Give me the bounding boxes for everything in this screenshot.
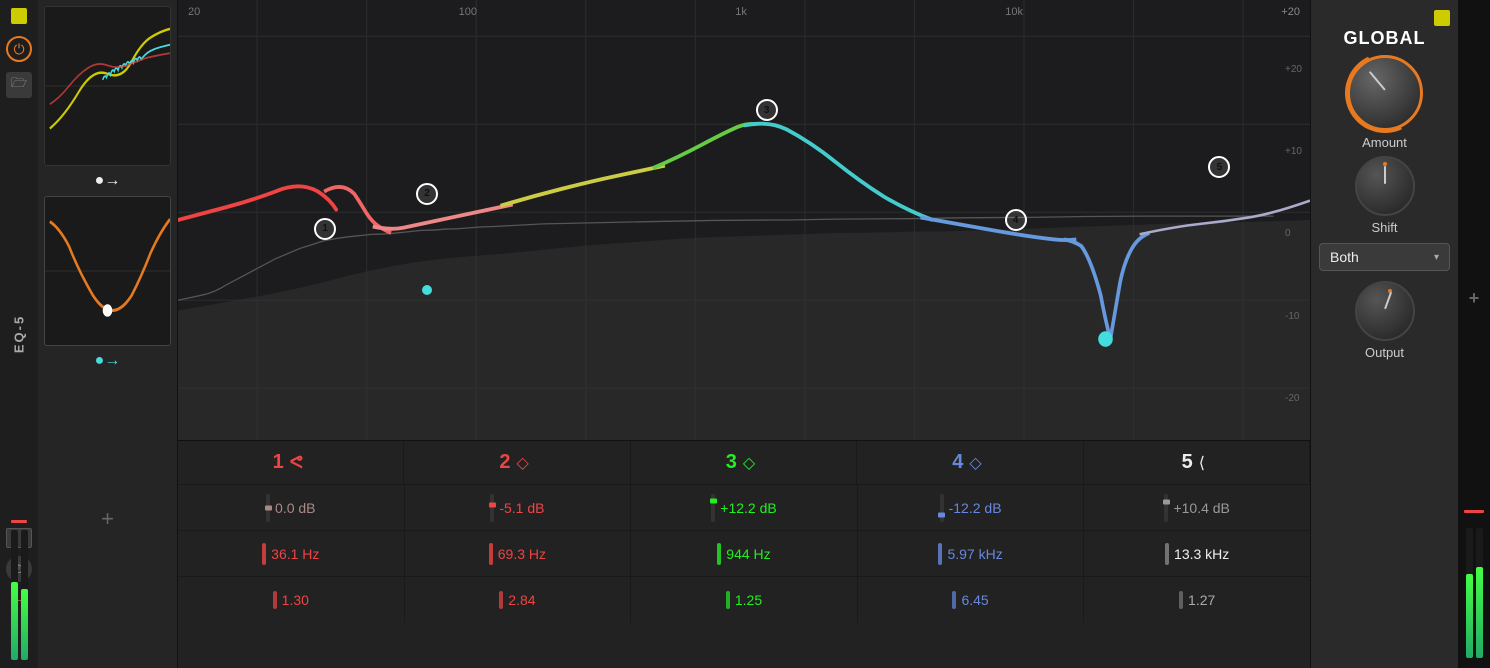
right-sidebar: +: [1458, 0, 1490, 668]
band4-db-cell[interactable]: -12.2 dB: [858, 485, 1085, 530]
band5-hz-cell[interactable]: 13.3 kHz: [1084, 531, 1310, 576]
band-node-2-handle[interactable]: [422, 285, 432, 295]
band1-db-cell[interactable]: 0.0 dB: [178, 485, 405, 530]
band1-q-cell[interactable]: 1.30: [178, 577, 405, 623]
waveform1-arrow[interactable]: ●→: [44, 170, 171, 192]
band5-hz-value: 13.3 kHz: [1174, 546, 1229, 562]
band2-hz-value: 69.3 Hz: [498, 546, 546, 562]
band1-number: 1: [273, 451, 284, 474]
shift-knob[interactable]: [1355, 156, 1415, 216]
band5-db-value: +10.4 dB: [1173, 500, 1229, 516]
left-sidebar: ⏻ 🗁 EQ-5 ⏱ →: [0, 0, 38, 668]
db-row: 0.0 dB -5.1 dB +12.2 dB -12.2 dB +10.4 d…: [178, 485, 1310, 531]
band1-q-value: 1.30: [282, 592, 309, 608]
band4-q-cell[interactable]: 6.45: [858, 577, 1085, 623]
band3-icon: ◇: [743, 453, 755, 473]
waveform2-arrow[interactable]: ●→: [44, 350, 171, 372]
band5-q-value: 1.27: [1188, 592, 1215, 608]
band-node-2[interactable]: 2: [416, 183, 438, 205]
band2-db-value: -5.1 dB: [499, 500, 544, 516]
band2-q-cell[interactable]: 2.84: [405, 577, 632, 623]
band1-db-value: 0.0 dB: [275, 500, 315, 516]
band3-number: 3: [726, 451, 737, 474]
yellow-corner-tr: [1434, 10, 1450, 26]
output-label: Output: [1365, 345, 1404, 360]
band2-icon: ◇: [517, 453, 529, 473]
band3-db-cell[interactable]: +12.2 dB: [631, 485, 858, 530]
both-dropdown[interactable]: Both ▾: [1319, 243, 1450, 271]
band-node-1[interactable]: 1: [314, 218, 336, 240]
main-area: 20 100 1k 10k +20 +20 +10 0 -10 -20: [178, 0, 1310, 668]
band-node-5[interactable]: 5: [1208, 156, 1230, 178]
waveform-preview-2: [44, 196, 171, 346]
right-meters: [1466, 528, 1483, 658]
right-plus-top[interactable]: +: [1469, 288, 1480, 309]
band3-header: 3 ◇ ▾: [631, 441, 857, 484]
band3-db-value: +12.2 dB: [720, 500, 776, 516]
hz-row: 36.1 Hz 69.3 Hz 944 Hz 5.97 kHz 13.3 kHz: [178, 531, 1310, 577]
shift-label: Shift: [1371, 220, 1397, 235]
band4-hz-cell[interactable]: 5.97 kHz: [858, 531, 1085, 576]
band3-q-value: 1.25: [735, 592, 762, 608]
band1-hz-value: 36.1 Hz: [271, 546, 319, 562]
amount-knob[interactable]: [1347, 55, 1423, 131]
band2-number: 2: [499, 451, 510, 474]
band4-db-value: -12.2 dB: [949, 500, 1002, 516]
band1-hz-cell[interactable]: 36.1 Hz: [178, 531, 405, 576]
band4-number: 4: [952, 451, 963, 474]
left-preview-panel: ●→ ●→ +: [38, 0, 178, 668]
amount-label: Amount: [1362, 135, 1407, 150]
both-label: Both: [1330, 249, 1359, 265]
amount-knob-container: Amount: [1347, 55, 1423, 150]
band5-header: 5 ⟨ ▾: [1084, 441, 1310, 484]
eq-curves: [178, 0, 1310, 440]
band2-db-cell[interactable]: -5.1 dB: [405, 485, 632, 530]
right-global-panel: GLOBAL Amount Shift Both ▾ Ou: [1310, 0, 1458, 668]
both-chevron: ▾: [1434, 252, 1439, 263]
band-node-3[interactable]: 3: [756, 99, 778, 121]
waveform-preview-1: [44, 6, 171, 166]
band3-hz-cell[interactable]: 944 Hz: [631, 531, 858, 576]
db-labels: +20 +10 0 -10 -20: [1285, 28, 1302, 440]
band-header-row: 1 ᕙ ▾ 2 ◇ ▾ 3 ◇ ▾ 4 ◇ ▾: [178, 441, 1310, 485]
band4-icon: ◇: [969, 453, 981, 473]
output-knob[interactable]: [1355, 281, 1415, 341]
q-row: 1.30 2.84 1.25 6.45 1.27: [178, 577, 1310, 623]
band5-number: 5: [1182, 451, 1193, 474]
freq-labels: 20 100 1k 10k +20: [188, 6, 1300, 18]
band5-icon: ⟨: [1199, 453, 1205, 473]
band4-hz-value: 5.97 kHz: [947, 546, 1002, 562]
shift-knob-container: Shift: [1355, 156, 1415, 235]
eq-display[interactable]: 20 100 1k 10k +20 +20 +10 0 -10 -20: [178, 0, 1310, 440]
output-knob-container: Output: [1355, 281, 1415, 360]
band2-q-value: 2.84: [508, 592, 535, 608]
right-clip-indicator: [1464, 510, 1484, 513]
band-controls: 1 ᕙ ▾ 2 ◇ ▾ 3 ◇ ▾ 4 ◇ ▾: [178, 440, 1310, 668]
band1-header: 1 ᕙ ▾: [178, 441, 404, 484]
left-clip-indicator: [11, 520, 27, 523]
band5-db-cell[interactable]: +10.4 dB: [1084, 485, 1310, 530]
band5-q-cell[interactable]: 1.27: [1084, 577, 1310, 623]
band1-icon: ᕙ: [290, 452, 303, 473]
left-meters: [11, 530, 28, 660]
add-band-button[interactable]: +: [44, 376, 171, 662]
folder-button[interactable]: 🗁: [6, 72, 32, 98]
band2-header: 2 ◇ ▾: [404, 441, 630, 484]
band4-q-value: 6.45: [961, 592, 988, 608]
yellow-indicator-top: [11, 8, 27, 24]
band4-header: 4 ◇ ▾: [857, 441, 1083, 484]
global-label: GLOBAL: [1344, 28, 1426, 49]
band3-q-cell[interactable]: 1.25: [631, 577, 858, 623]
band3-hz-value: 944 Hz: [726, 546, 770, 562]
band-node-4[interactable]: 4: [1005, 209, 1027, 231]
band2-hz-cell[interactable]: 69.3 Hz: [405, 531, 632, 576]
power-button[interactable]: ⏻: [6, 36, 32, 62]
plugin-label: EQ-5: [12, 315, 27, 353]
